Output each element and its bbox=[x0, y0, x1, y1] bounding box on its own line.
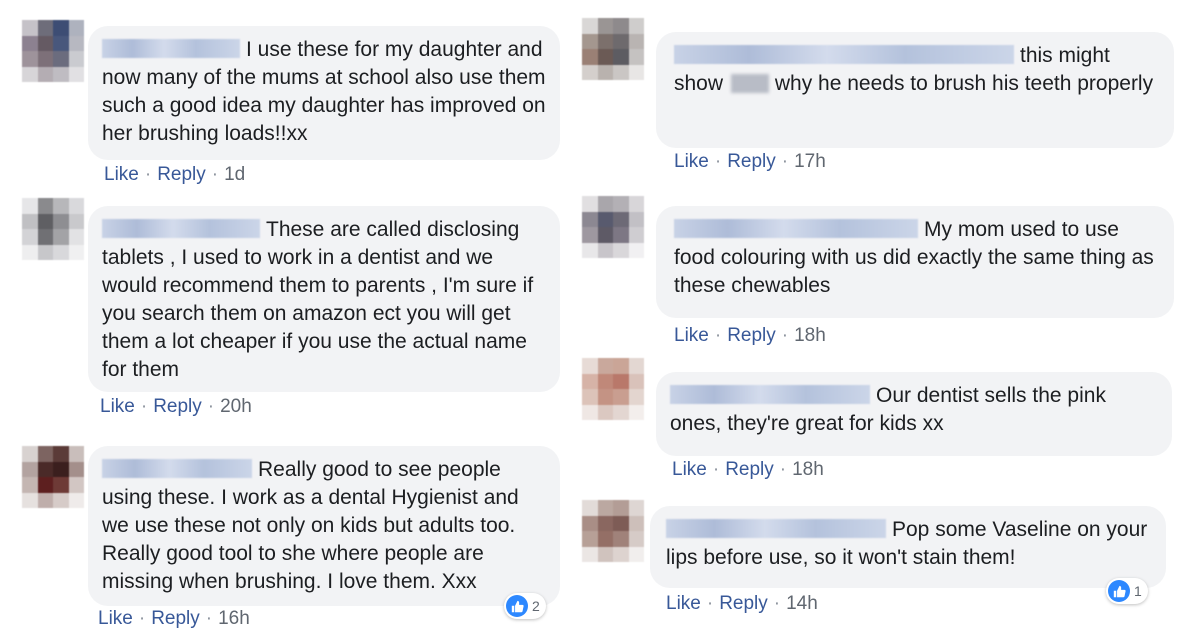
avatar[interactable] bbox=[582, 500, 644, 562]
timestamp[interactable]: 14h bbox=[786, 593, 818, 614]
timestamp[interactable]: 18h bbox=[794, 325, 826, 346]
author-name[interactable] bbox=[102, 219, 260, 238]
author-name[interactable] bbox=[102, 459, 252, 478]
timestamp[interactable]: 1d bbox=[224, 164, 245, 185]
timestamp[interactable]: 20h bbox=[220, 396, 252, 417]
separator: · bbox=[205, 608, 213, 629]
author-name[interactable] bbox=[674, 45, 1014, 64]
comment-bubble: this might show why he needs to brush hi… bbox=[656, 32, 1174, 148]
separator: · bbox=[211, 164, 219, 185]
like-link[interactable]: Like bbox=[100, 396, 135, 417]
comment-bubble: These are called disclosing tablets , I … bbox=[88, 206, 560, 392]
author-name[interactable] bbox=[670, 385, 870, 404]
like-link[interactable]: Like bbox=[104, 164, 139, 185]
tagged-name[interactable] bbox=[730, 74, 769, 93]
comment-actions: Like · Reply · 14h bbox=[666, 593, 818, 615]
reply-link[interactable]: Reply bbox=[153, 396, 202, 417]
comment-bubble: Pop some Vaseline on your lips before us… bbox=[650, 506, 1166, 588]
separator: · bbox=[207, 396, 215, 417]
reply-link[interactable]: Reply bbox=[725, 459, 774, 480]
comment-bubble: Our dentist sells the pink ones, they're… bbox=[656, 372, 1172, 456]
reply-link[interactable]: Reply bbox=[727, 325, 776, 346]
reaction-number: 1 bbox=[1134, 583, 1142, 599]
reaction-count[interactable]: 1 bbox=[1106, 578, 1148, 604]
like-link[interactable]: Like bbox=[98, 608, 133, 629]
like-link[interactable]: Like bbox=[666, 593, 701, 614]
comment-actions: Like · Reply · 18h bbox=[674, 325, 826, 347]
separator: · bbox=[714, 151, 722, 172]
reply-link[interactable]: Reply bbox=[727, 151, 776, 172]
comment-bubble: My mom used to use food colouring with u… bbox=[656, 206, 1174, 318]
avatar[interactable] bbox=[22, 20, 84, 82]
reply-link[interactable]: Reply bbox=[151, 608, 200, 629]
author-name[interactable] bbox=[674, 219, 918, 238]
avatar[interactable] bbox=[582, 196, 644, 258]
timestamp[interactable]: 16h bbox=[218, 608, 250, 629]
separator: · bbox=[706, 593, 714, 614]
avatar[interactable] bbox=[22, 446, 84, 508]
reaction-count[interactable]: 2 bbox=[504, 593, 546, 619]
comment-text: These are called disclosing tablets , I … bbox=[102, 218, 534, 381]
comment-actions: Like · Reply · 16h bbox=[98, 608, 250, 630]
timestamp[interactable]: 18h bbox=[792, 459, 824, 480]
avatar[interactable] bbox=[582, 358, 644, 420]
separator: · bbox=[712, 459, 720, 480]
avatar[interactable] bbox=[582, 18, 644, 80]
thumbs-up-icon bbox=[506, 595, 528, 617]
separator: · bbox=[779, 459, 787, 480]
separator: · bbox=[140, 396, 148, 417]
comment-actions: Like · Reply · 1d bbox=[104, 164, 245, 186]
separator: · bbox=[144, 164, 152, 185]
comment-actions: Like · Reply · 17h bbox=[674, 151, 826, 173]
avatar[interactable] bbox=[22, 198, 84, 260]
thumbs-up-icon bbox=[1108, 580, 1130, 602]
separator: · bbox=[773, 593, 781, 614]
reply-link[interactable]: Reply bbox=[157, 164, 206, 185]
comment-text-end: why he needs to brush his teeth properly bbox=[774, 72, 1154, 95]
separator: · bbox=[781, 325, 789, 346]
author-name[interactable] bbox=[102, 39, 240, 58]
like-link[interactable]: Like bbox=[674, 151, 709, 172]
author-name[interactable] bbox=[666, 519, 886, 538]
like-link[interactable]: Like bbox=[674, 325, 709, 346]
separator: · bbox=[714, 325, 722, 346]
comment-bubble: I use these for my daughter and now many… bbox=[88, 26, 560, 160]
reply-link[interactable]: Reply bbox=[719, 593, 768, 614]
separator: · bbox=[138, 608, 146, 629]
timestamp[interactable]: 17h bbox=[794, 151, 826, 172]
comment-actions: Like · Reply · 18h bbox=[672, 459, 824, 481]
comment-bubble: Really good to see people using these. I… bbox=[88, 446, 560, 606]
reaction-number: 2 bbox=[532, 598, 540, 614]
separator: · bbox=[781, 151, 789, 172]
comment-actions: Like · Reply · 20h bbox=[100, 396, 252, 418]
like-link[interactable]: Like bbox=[672, 459, 707, 480]
comment-text: Really good to see people using these. I… bbox=[102, 458, 519, 593]
